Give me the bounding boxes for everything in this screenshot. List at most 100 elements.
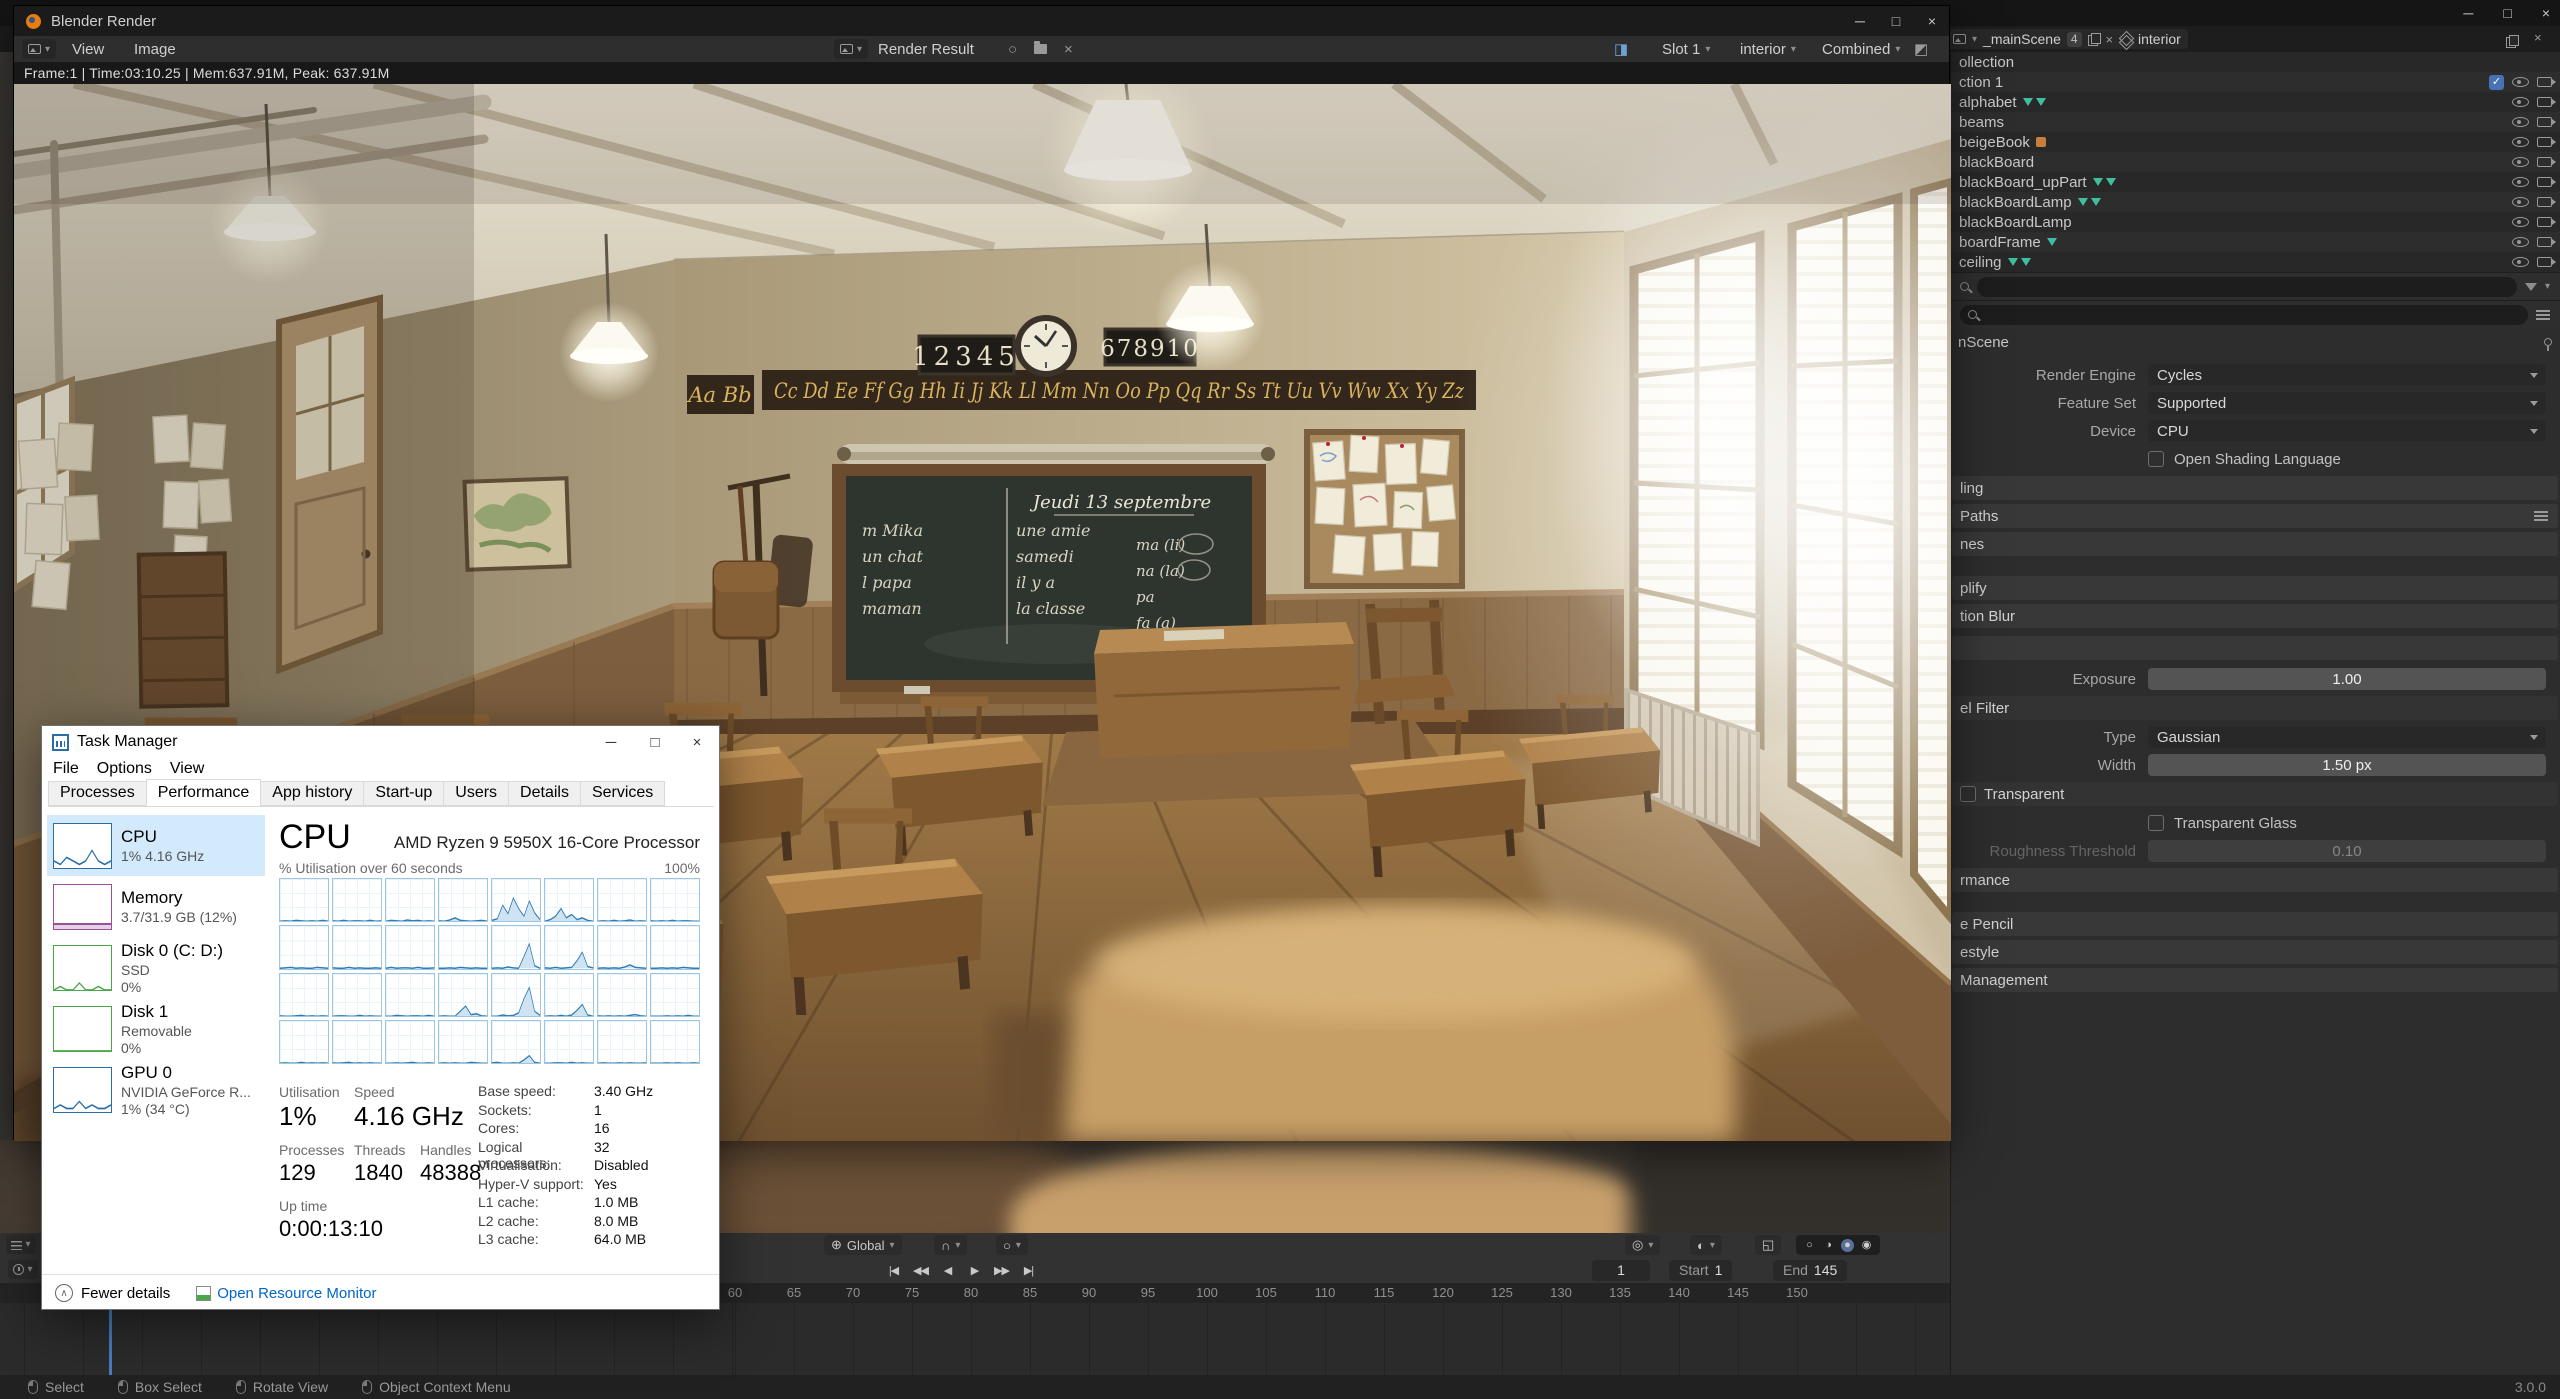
cpu-core-graph[interactable] [650,925,700,969]
section-volumes[interactable]: nes [1952,532,2558,556]
outliner-row[interactable]: ceiling [1951,252,2560,272]
outliner-item-label[interactable]: alphabet [1959,94,2017,111]
cpu-core-graph[interactable] [438,1020,488,1064]
outliner-item-label[interactable]: blackBoardLamp [1959,194,2072,211]
hide-in-viewport-eye-icon[interactable] [2512,117,2529,127]
material-shading-icon[interactable]: ● [1841,1239,1854,1252]
cpu-core-graph[interactable] [279,973,329,1017]
render-engine-dropdown[interactable]: Cycles [2148,364,2546,386]
roughness-field[interactable]: 0.10 [2148,840,2546,862]
proportional-edit-toggle[interactable]: ○▾ [996,1235,1028,1255]
playback-button-1[interactable]: ◀◀ [907,1260,934,1281]
cpu-core-graph[interactable] [385,1020,435,1064]
render-minimize-button[interactable]: ─ [1843,6,1877,36]
playback-button-4[interactable]: ▶▶ [988,1260,1015,1281]
pin-icon[interactable] [2544,338,2552,346]
disable-in-render-camera-icon[interactable] [2537,117,2552,127]
cpu-core-graph[interactable] [332,973,382,1017]
section-pixel-filter[interactable]: el Filter [1952,696,2558,720]
filter-funnel-icon[interactable] [2525,283,2537,291]
tm-tab-processes[interactable]: Processes [48,781,147,806]
cpu-core-graph[interactable] [385,925,435,969]
tm-minimize-button[interactable]: ─ [591,726,631,758]
cpu-core-graph[interactable] [597,1020,647,1064]
timeline-track[interactable] [0,1303,1950,1375]
outliner-row[interactable]: blackBoardLamp [1951,192,2560,212]
add-view-layer-icon[interactable] [2506,35,2518,47]
scene-name[interactable]: _mainScene [1983,31,2061,47]
editor-type-icon[interactable]: ▾ [6,1235,36,1254]
channels-toggle-icon[interactable]: ◩ [1914,36,1928,62]
hide-in-viewport-eye-icon[interactable] [2512,97,2529,107]
new-scene-icon[interactable] [2088,33,2100,45]
cpu-core-graph[interactable] [332,878,382,922]
filter-width-field[interactable]: 1.50 px [2148,754,2546,776]
unlink-image-button[interactable]: × [1064,36,1073,62]
transparent-checkbox[interactable] [1960,786,1976,802]
options-icon[interactable] [2536,310,2550,320]
tm-titlebar[interactable]: Task Manager ─ □ × [42,726,719,758]
main-maximize-button[interactable]: □ [2503,5,2511,21]
cpu-core-graph[interactable] [597,925,647,969]
playback-button-0[interactable]: |◀ [880,1260,907,1281]
section-film[interactable] [1952,636,2558,660]
cpu-core-graph[interactable] [597,973,647,1017]
osl-checkbox[interactable] [2148,451,2164,467]
slot-dropdown[interactable]: Slot 1▾ [1662,36,1710,62]
collection-include-checkbox[interactable]: ✓ [2489,75,2504,90]
outliner-search-field[interactable] [1977,277,2517,297]
section-simplify[interactable]: plify [1952,576,2558,600]
section-motion-blur[interactable]: tion Blur [1952,604,2558,628]
show-gizmo-toggle[interactable]: ◎▾ [1625,1235,1660,1255]
section-freestyle[interactable]: estyle [1952,940,2558,964]
disable-in-render-camera-icon[interactable] [2537,237,2552,247]
outliner-row[interactable]: beams [1951,112,2560,132]
section-sampling[interactable]: ling [1952,476,2558,500]
outliner-row[interactable]: blackBoard [1951,152,2560,172]
transparent-glass-checkbox[interactable] [2148,815,2164,831]
cpu-core-graph[interactable] [438,925,488,969]
hide-in-viewport-eye-icon[interactable] [2512,237,2529,247]
cpu-core-graph[interactable] [650,1020,700,1064]
pass-dropdown[interactable]: Combined▾ [1822,36,1900,62]
cpu-core-graph[interactable] [438,973,488,1017]
cpu-core-graph[interactable] [279,1020,329,1064]
menu-view[interactable]: View [72,36,104,62]
outliner-row[interactable]: alphabet [1951,92,2560,112]
frame-start-field[interactable]: Start1 [1669,1260,1732,1281]
browse-image-dropdown[interactable]: ▾ [834,39,868,59]
rendered-shading-icon[interactable]: ◉ [1860,1239,1873,1252]
tm-sidebar-memory[interactable]: Memory3.7/31.9 GB (12%) [47,876,265,937]
cpu-core-graph[interactable] [279,878,329,922]
tm-sidebar-disk-0-c-d-[interactable]: Disk 0 (C: D:)SSD0% [47,937,265,998]
cpu-core-graph[interactable] [385,878,435,922]
breadcrumb-scene-name[interactable]: nScene [1958,334,2009,351]
tm-close-button[interactable]: × [677,726,717,758]
hide-in-viewport-eye-icon[interactable] [2512,197,2529,207]
exposure-field[interactable]: 1.00 [2148,668,2546,690]
disable-in-render-camera-icon[interactable] [2537,97,2552,107]
tm-menu-view[interactable]: View [161,760,213,778]
outliner-item-label[interactable]: ction 1 [1959,74,2003,91]
disable-in-render-camera-icon[interactable] [2537,137,2552,147]
tm-maximize-button[interactable]: □ [635,726,675,758]
hide-in-viewport-eye-icon[interactable] [2512,137,2529,147]
shading-mode-switch[interactable]: ○ ◑ ● ◉ [1796,1235,1880,1255]
tm-sidebar-cpu[interactable]: CPU1% 4.16 GHz [47,815,265,876]
open-resource-monitor-link[interactable]: Open Resource Monitor [217,1285,376,1302]
tm-tab-start-up[interactable]: Start-up [363,781,444,806]
view-layer-selector[interactable]: interior [2112,29,2188,49]
outliner-item-label[interactable]: blackBoardLamp [1959,214,2072,231]
editor-type-dropdown[interactable]: ▾ [22,39,56,59]
render-maximize-button[interactable]: □ [1879,6,1913,36]
main-minimize-button[interactable]: ─ [2463,5,2473,21]
outliner-item-label[interactable]: beigeBook [1959,134,2030,151]
outliner-row[interactable]: beigeBook [1951,132,2560,152]
cpu-core-graph[interactable] [332,925,382,969]
xray-toggle[interactable]: ◱ [1755,1235,1781,1255]
remove-view-layer-icon[interactable]: × [2534,30,2542,45]
tm-menu-options[interactable]: Options [88,760,161,778]
cpu-core-graph[interactable] [544,925,594,969]
outliner-item-label[interactable]: ceiling [1959,254,2002,271]
filter-type-dropdown[interactable]: Gaussian [2148,726,2546,748]
